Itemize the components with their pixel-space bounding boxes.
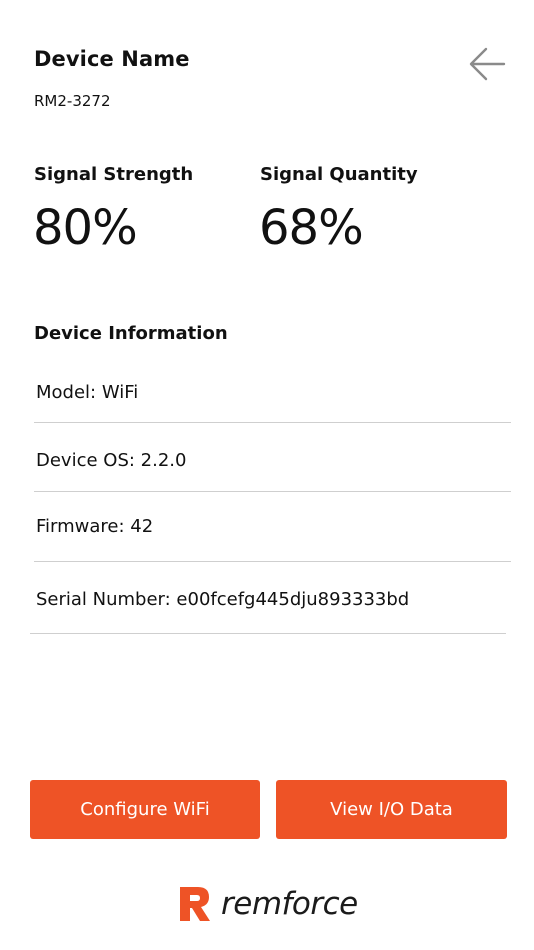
arrow-left-icon — [469, 47, 506, 81]
device-info-title: Device Information — [34, 323, 228, 344]
device-id: RM2-3272 — [34, 92, 111, 110]
remforce-r-icon — [180, 887, 210, 921]
signal-quantity-label: Signal Quantity — [260, 164, 418, 185]
divider — [34, 491, 511, 492]
divider — [34, 422, 511, 423]
divider — [30, 633, 506, 634]
firmware-row: Firmware: 42 — [36, 516, 154, 537]
signal-strength-label: Signal Strength — [34, 164, 194, 185]
signal-quantity-value: 68% — [259, 200, 364, 256]
page-title: Device Name — [34, 47, 190, 71]
brand-logo: remforce — [177, 883, 358, 925]
view-io-data-button[interactable]: View I/O Data — [276, 780, 507, 839]
configure-wifi-button[interactable]: Configure WiFi — [30, 780, 260, 839]
back-button[interactable] — [462, 40, 514, 90]
model-row: Model: WiFi — [36, 382, 139, 403]
serial-number-row: Serial Number: e00fcefg445dju893333bd — [36, 589, 410, 610]
device-os-row: Device OS: 2.2.0 — [36, 450, 187, 471]
signal-strength-value: 80% — [33, 200, 138, 256]
divider — [34, 561, 511, 562]
brand-name: remforce — [221, 886, 358, 922]
